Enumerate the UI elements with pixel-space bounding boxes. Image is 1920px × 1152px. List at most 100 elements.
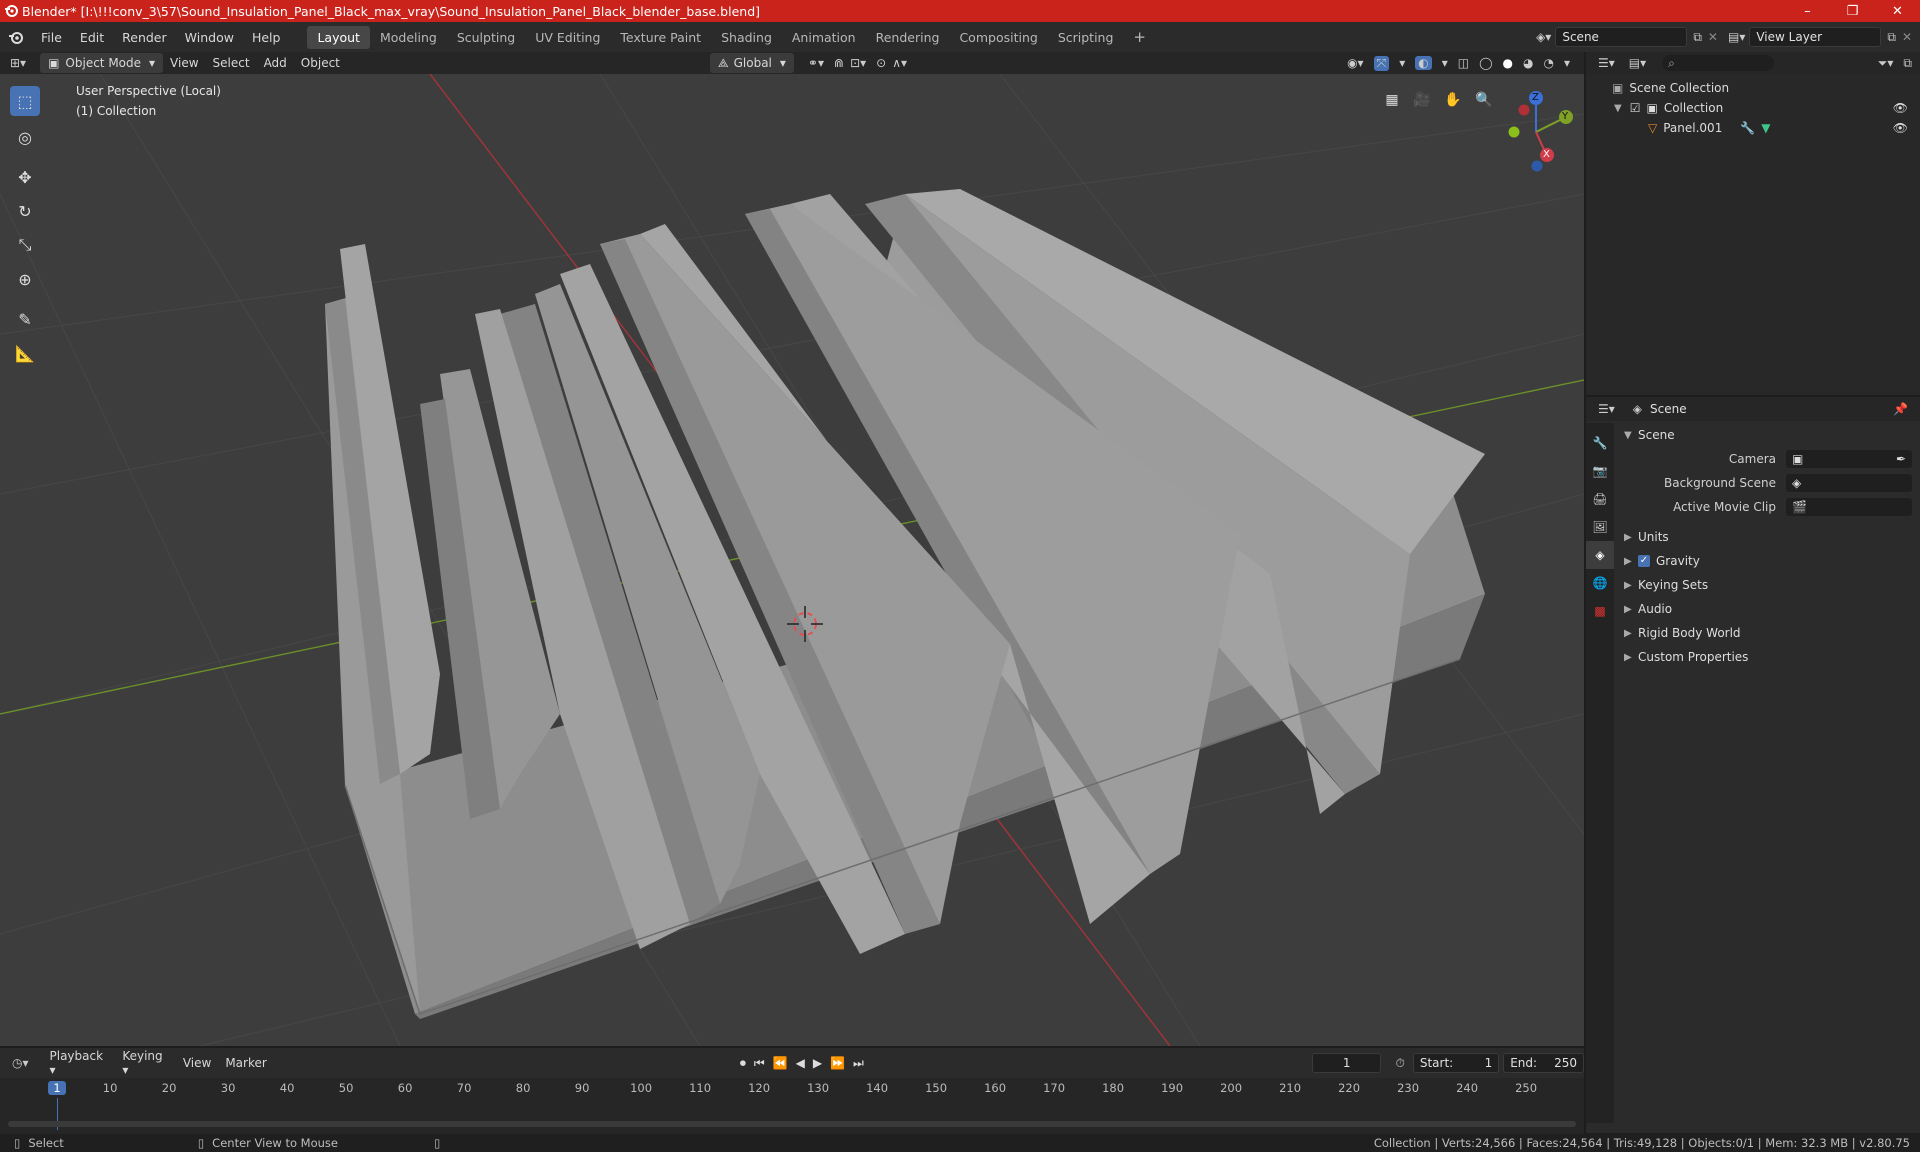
start-frame-field[interactable]: Start: 1 [1412,1053,1500,1073]
editor-type-icon[interactable]: ⊞▾ [10,56,26,70]
end-frame-field[interactable]: End: 250 [1503,1053,1585,1073]
view-layer-field[interactable]: View Layer [1749,27,1882,47]
texture-tab-icon[interactable]: ▩ [1586,597,1614,625]
wireframe-shading-icon[interactable]: ◯ [1479,56,1492,70]
outliner-row-collection[interactable]: ▼ ☑ ▣ Collection 👁 [1586,98,1920,118]
snap-icon[interactable]: ⋒ [834,56,844,70]
rendered-shading-icon[interactable]: ◔ [1543,56,1553,70]
proportional-falloff-icon[interactable]: ∧▾ [892,56,907,70]
tab-animation[interactable]: Animation [782,26,866,49]
rotate-tool[interactable]: ↻ [10,196,40,226]
tab-modeling[interactable]: Modeling [370,26,447,49]
close-button[interactable]: ✕ [1875,0,1920,22]
viewport-menu-view[interactable]: View [163,56,205,70]
snap-target-icon[interactable]: ⊡▾ [850,56,866,70]
pan-view-icon[interactable]: ✋ [1441,88,1465,112]
overlay-dropdown-icon[interactable]: ▾ [1442,56,1448,70]
scene-tab-icon[interactable]: ◈ [1586,541,1614,569]
blender-menu-icon[interactable] [0,29,32,45]
object-mode-dropdown[interactable]: ▣ Object Mode ▾ [40,53,164,73]
tab-scripting[interactable]: Scripting [1048,26,1124,49]
auto-keying-record-icon[interactable]: ⏺ [740,1056,746,1071]
active-movie-clip-field[interactable]: 🎬 [1786,498,1912,516]
panel-keying-sets-header[interactable]: ▶ Keying Sets [1616,573,1920,597]
render-tab-icon[interactable]: 📷 [1586,457,1614,485]
pin-icon[interactable]: 📌 [1893,402,1908,416]
menu-edit[interactable]: Edit [71,30,113,45]
background-scene-field[interactable]: ◈ [1786,474,1912,492]
jump-keyframe-forward-icon[interactable]: ⏩ [830,1056,845,1070]
mesh-data-icon[interactable]: ▼ [1761,121,1770,135]
material-shading-icon[interactable]: ◕ [1523,56,1533,70]
timeline-menu-view[interactable]: View [176,1056,218,1070]
overlay-toggle-icon[interactable]: ◐ [1415,56,1432,70]
delete-view-layer-icon[interactable]: ✕ [1902,30,1912,44]
move-tool[interactable]: ✥ [10,162,40,192]
properties-editor-type-icon[interactable]: ☰▾ [1598,402,1615,416]
modifier-icon[interactable]: 🔧 [1740,121,1755,135]
tab-sculpting[interactable]: Sculpting [447,26,525,49]
camera-field[interactable]: ▣ ✒ [1786,450,1912,468]
toggle-grid-icon[interactable]: ▦ [1380,88,1404,112]
jump-to-start-icon[interactable]: ⏮ [754,1056,765,1071]
play-icon[interactable]: ▶ [813,1056,822,1070]
3d-viewport[interactable]: ⬚ ◎ ✥ ↻ ⤡ ⊕ ✎ 📐 User Perspective (Local)… [0,74,1584,1046]
tab-shading[interactable]: Shading [711,26,782,49]
world-tab-icon[interactable]: 🌐 [1586,569,1614,597]
panel-units-header[interactable]: ▶ Units [1616,525,1920,549]
tab-layout[interactable]: Layout [307,25,370,49]
menu-file[interactable]: File [32,30,71,45]
frame-ruler[interactable]: 1 10 20 30 40 50 60 70 80 90 100 110 120 130 140 150 160… [0,1078,1584,1098]
viewport-menu-object[interactable]: Object [294,56,347,70]
gizmo-dropdown-icon[interactable]: ▾ [1399,56,1405,70]
visibility-icon[interactable]: ◉▾ [1347,56,1364,70]
menu-window[interactable]: Window [176,30,243,45]
maximize-button[interactable]: ❐ [1830,0,1875,22]
menu-render[interactable]: Render [113,30,176,45]
outliner-search-input[interactable]: ⌕ [1662,55,1775,71]
panel-custom-properties-header[interactable]: ▶ Custom Properties [1616,645,1920,669]
tool-tab-icon[interactable]: 🔧 [1586,429,1614,457]
stopwatch-icon[interactable]: ⏱ [1395,1056,1404,1071]
xray-icon[interactable]: ◫ [1458,56,1469,70]
panel-scene-header[interactable]: ▼ Scene [1616,423,1920,447]
output-tab-icon[interactable]: 🖨 [1586,485,1614,513]
viewport-menu-select[interactable]: Select [206,56,257,70]
timeline[interactable]: 1 10 20 30 40 50 60 70 80 90 100 110 120 130 140 150 160… [0,1078,1584,1134]
delete-scene-icon[interactable]: ✕ [1708,30,1718,44]
proportional-edit-icon[interactable]: ⊙ [876,56,886,70]
eyedropper-icon[interactable]: ✒ [1896,452,1906,466]
panel-rigid-body-world-header[interactable]: ▶ Rigid Body World [1616,621,1920,645]
outliner-editor-type-icon[interactable]: ☰▾ [1598,56,1615,70]
filter-icon[interactable]: ⏷▾ [1878,56,1894,71]
timeline-scrollbar[interactable] [8,1121,1576,1127]
timeline-menu-playback[interactable]: Playback ▾ [43,1049,116,1077]
cursor-tool[interactable]: ◎ [10,122,40,152]
jump-to-end-icon[interactable]: ⏭ [853,1056,864,1071]
new-collection-icon[interactable]: ⧉ [1903,56,1912,71]
annotate-tool[interactable]: ✎ [10,304,40,334]
transform-orientation-dropdown[interactable]: ⟁ Global ▾ [709,53,794,73]
timeline-menu-marker[interactable]: Marker [218,1056,273,1070]
minimize-button[interactable]: – [1785,0,1830,22]
tab-compositing[interactable]: Compositing [949,26,1047,49]
solid-shading-icon[interactable]: ● [1503,56,1513,70]
jump-keyframe-back-icon[interactable]: ⏪ [773,1056,788,1070]
measure-tool[interactable]: 📐 [10,338,40,368]
gizmo-toggle-icon[interactable]: ⤧ [1373,55,1390,71]
menu-help[interactable]: Help [243,30,290,45]
outliner-row-scene-collection[interactable]: ▣ Scene Collection [1586,78,1920,98]
eye-icon[interactable]: 👁 [1893,121,1908,135]
viewport-menu-add[interactable]: Add [257,56,294,70]
view-layer-tab-icon[interactable]: 🖼 [1586,513,1614,541]
tab-uv-editing[interactable]: UV Editing [525,26,610,49]
scene-selector-icon[interactable]: ◈▾ [1536,30,1551,44]
scale-tool[interactable]: ⤡ [10,230,40,260]
new-view-layer-icon[interactable]: ⧉ [1887,30,1896,45]
panel-audio-header[interactable]: ▶ Audio [1616,597,1920,621]
select-box-tool[interactable]: ⬚ [10,86,40,116]
current-frame-field[interactable]: 1 [1311,1053,1382,1073]
play-reverse-icon[interactable]: ◀ [796,1056,805,1070]
outliner-row-panel-001[interactable]: ▽ Panel.001 🔧 ▼ 👁 [1586,118,1920,138]
exclude-checkbox-icon[interactable]: ☑ [1630,101,1641,115]
